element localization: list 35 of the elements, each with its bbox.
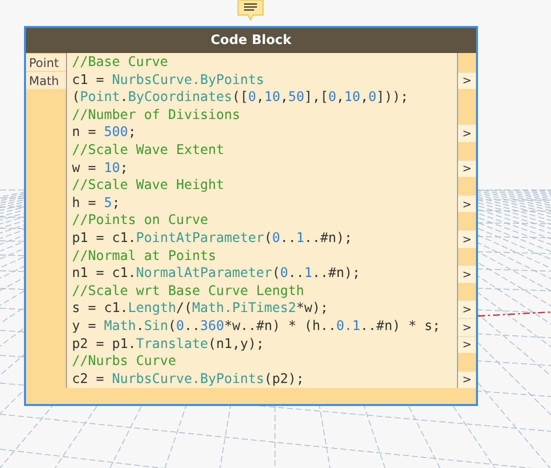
code-line: c1 = NurbsCurve.ByPoints [72,72,266,90]
code-line: p1 = c1.PointAtParameter(0..1..#n); [72,230,354,248]
code-line: (Point.ByCoordinates([0,10,50],[0,10,0])); [72,89,410,107]
code-comment: //Nurbs Curve [72,353,178,371]
output-port[interactable]: > [458,336,476,354]
code-line: y = Math.Sin(0..360*w..#n) * (h..0.1..#n) * s; [72,318,442,336]
output-port[interactable]: > [458,318,476,336]
code-comment: //Normal at Points [72,248,218,266]
output-port[interactable]: > [458,72,476,90]
code-comment: //Number of Divisions [72,106,242,124]
code-block-node[interactable] [24,26,478,406]
output-port[interactable]: > [458,370,476,388]
code-line: c2 = NurbsCurve.ByPoints(p2); [72,370,306,388]
code-comment: //Scale wrt Base Curve Length [72,282,306,300]
output-port[interactable]: > [458,230,476,248]
node-title: Code Block [26,28,476,53]
code-comment: //Base Curve [72,54,170,72]
output-port[interactable]: > [458,300,476,318]
code-line: s = c1.Length/(Math.PiTimes2*w); [72,300,330,318]
code-comment: //Scale Wave Extent [72,142,226,160]
code-line: p2 = p1.Translate(n1,y); [72,336,266,354]
code-comment: //Scale Wave Height [72,177,226,195]
output-port[interactable]: > [458,194,476,212]
input-port[interactable]: Point [26,54,66,71]
input-port[interactable]: Math [26,72,66,89]
output-port[interactable]: > [458,265,476,283]
code-editor[interactable] [66,53,458,388]
code-line: n = 500; [72,124,138,142]
code-comment: //Points on Curve [72,212,210,230]
code-line: n1 = c1.NormalAtParameter(0..1..#n); [72,265,362,283]
note-icon[interactable] [237,0,264,21]
code-line: w = 10; [72,160,130,178]
output-port[interactable]: > [458,160,476,178]
code-line: h = 5; [72,194,122,212]
output-port[interactable]: > [458,124,476,142]
